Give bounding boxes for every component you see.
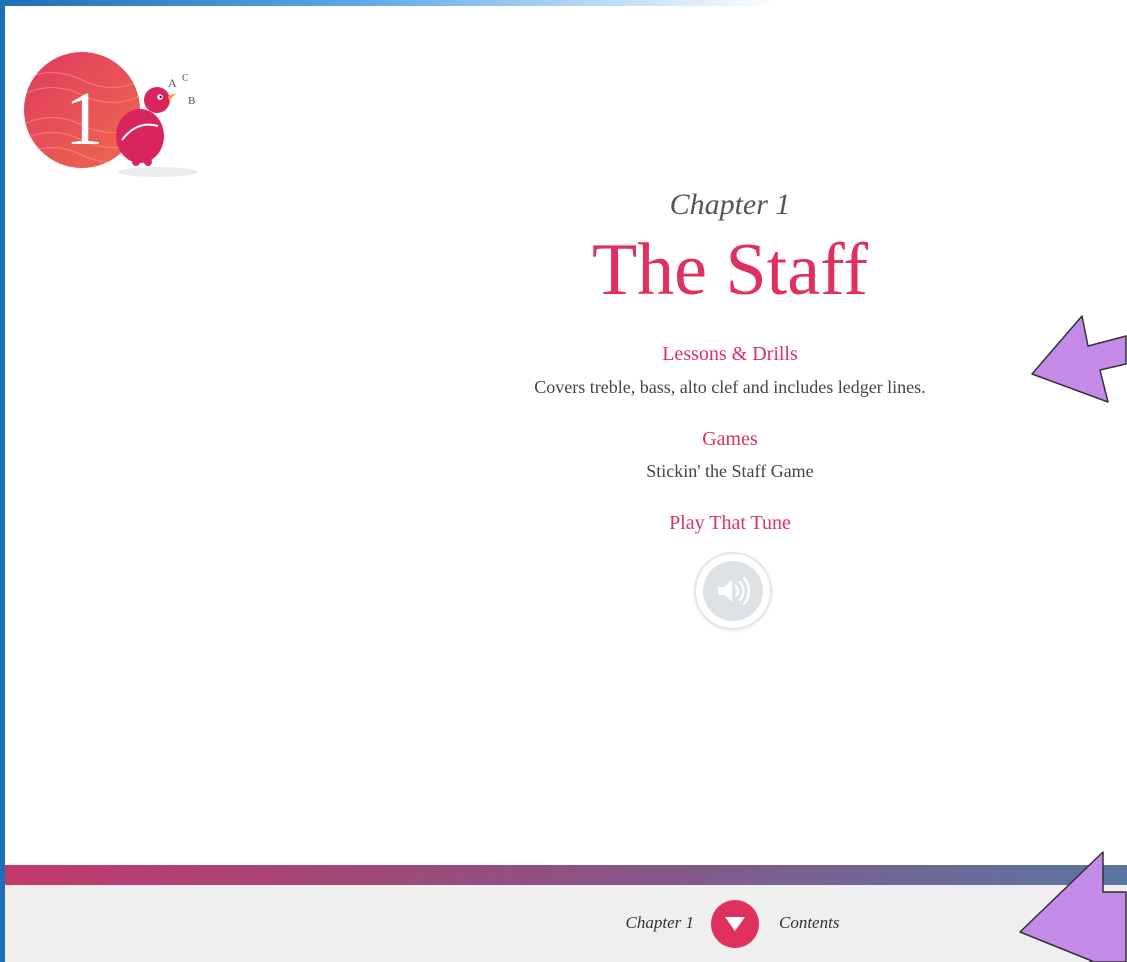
chapter-logo: 1 A C B <box>24 52 198 177</box>
page-title: The Staff <box>591 229 869 311</box>
footer-stripe <box>5 865 1127 885</box>
games-link[interactable]: Games <box>0 428 1127 451</box>
contents-link[interactable]: Contents <box>779 913 839 933</box>
annotation-arrow-icon <box>1031 315 1127 403</box>
window-top-glow <box>0 0 780 6</box>
logo-letter-a: A <box>168 76 177 90</box>
speaker-icon <box>718 576 751 606</box>
contents-toggle-button[interactable] <box>711 900 759 948</box>
games-description: Stickin' the Staff Game <box>646 461 814 481</box>
play-audio-button[interactable] <box>694 552 772 630</box>
logo-letter-b: B <box>188 95 195 107</box>
footer-chapter-label: Chapter 1 <box>625 913 694 932</box>
footer-bar <box>5 885 1127 962</box>
logo-number: 1 <box>65 77 103 161</box>
triangle-down-icon <box>725 917 745 931</box>
logo-letter-c: C <box>182 73 189 84</box>
annotation-arrow-icon <box>1019 851 1127 962</box>
play-that-tune-link[interactable]: Play That Tune <box>0 512 1127 535</box>
lessons-drills-link[interactable]: Lessons & Drills <box>0 343 1127 366</box>
lessons-drills-description: Covers treble, bass, alto clef and inclu… <box>534 377 926 397</box>
chapter-label: Chapter 1 <box>669 188 791 221</box>
